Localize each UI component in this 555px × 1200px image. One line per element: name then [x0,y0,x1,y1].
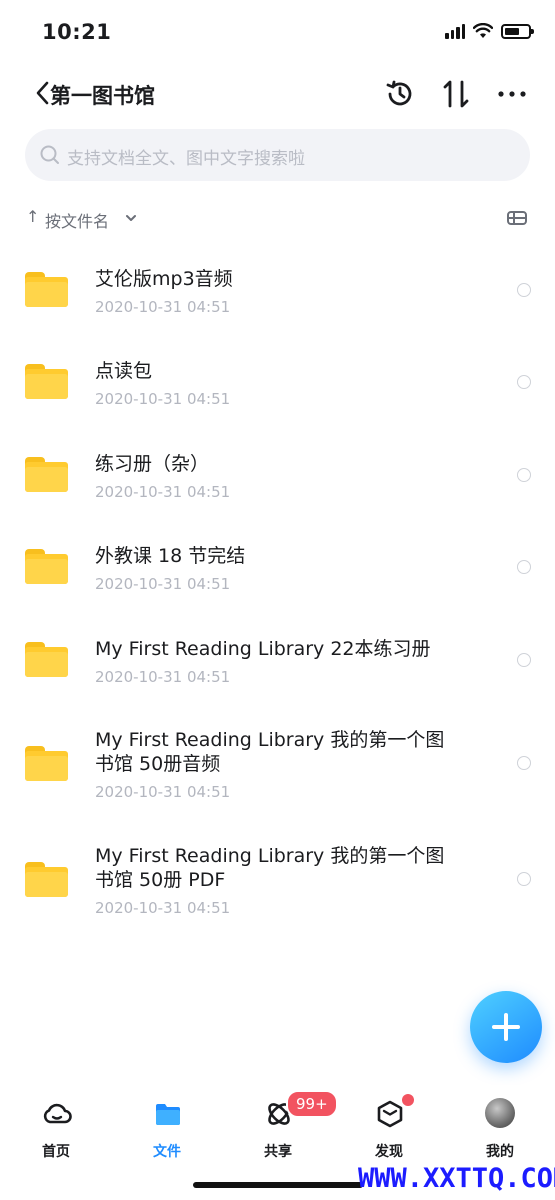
file-name: 练习册（杂） [95,453,210,475]
list-item[interactable]: 外教课 18 节完结 2020-10-31 04:51 [0,512,555,604]
file-name: 外教课 18 节完结 [95,545,246,567]
file-date: 2020-10-31 04:51 [95,390,231,408]
folder-icon [25,457,68,492]
select-checkbox[interactable] [517,375,531,389]
sort-direction-icon[interactable]: ↑ [26,207,39,226]
cellular-signal-icon [445,23,465,39]
wifi-icon [473,23,493,38]
tab-label: 发现 [375,1144,403,1160]
discover-notification-dot [402,1094,414,1106]
navigation-bar: 第一图书馆 [0,64,555,124]
search-placeholder: 支持文档全文、图中文字搜索啦 [67,149,305,169]
history-icon [386,80,412,106]
watermark-text: WWW.XXTTQ.COM [358,1163,555,1194]
battery-icon [501,23,534,39]
search-icon [40,145,59,164]
search-input[interactable]: 支持文档全文、图中文字搜索啦 [25,129,530,181]
avatar[interactable] [485,1098,515,1128]
select-checkbox[interactable] [517,653,531,667]
folder-icon [25,549,68,584]
share-count-badge: 99+ [286,1090,338,1118]
status-bar: 10:21 [0,0,555,64]
select-checkbox[interactable] [517,283,531,297]
tab-label: 文件 [153,1144,181,1160]
file-date: 2020-10-31 04:51 [95,899,231,917]
file-name: My First Reading Library 我的第一个图书馆 50册音频 [95,729,445,775]
more-dots-icon [498,91,526,97]
select-checkbox[interactable] [517,756,531,770]
history-button[interactable] [382,76,418,112]
tab-discover[interactable]: 发现 [349,1097,429,1160]
select-checkbox[interactable] [517,560,531,574]
tab-home[interactable]: 首页 [16,1097,96,1160]
cube-icon [377,1100,403,1128]
sort-toggle-button[interactable] [438,76,474,112]
file-name: My First Reading Library 我的第一个图书馆 50册 PD… [95,845,445,891]
list-item[interactable]: My First Reading Library 我的第一个图书馆 50册音频 … [0,696,555,812]
file-date: 2020-10-31 04:51 [95,668,231,686]
folder-icon [25,364,68,399]
cloud-icon [43,1103,72,1124]
list-item[interactable]: 点读包 2020-10-31 04:51 [0,328,555,420]
file-date: 2020-10-31 04:51 [95,783,231,801]
folder-icon [25,746,68,781]
file-name: 点读包 [95,360,153,382]
sort-arrows-icon [443,80,469,108]
file-date: 2020-10-31 04:51 [95,575,231,593]
list-item[interactable]: My First Reading Library 22本练习册 2020-10-… [0,604,555,696]
home-indicator [193,1182,363,1188]
select-checkbox[interactable] [517,468,531,482]
sort-bar: ↑ 按文件名 [0,200,555,236]
tab-files[interactable]: 文件 [127,1097,207,1160]
list-item[interactable]: 艾伦版mp3音频 2020-10-31 04:51 [0,236,555,328]
tab-label: 我的 [486,1144,514,1160]
folder-icon [25,642,68,677]
more-button[interactable] [494,76,530,112]
tab-label: 首页 [42,1144,70,1160]
list-item[interactable]: My First Reading Library 我的第一个图书馆 50册 PD… [0,812,555,928]
list-item[interactable]: 练习册（杂） 2020-10-31 04:51 [0,420,555,512]
status-icons [445,23,534,39]
tab-label: 共享 [264,1144,292,1160]
status-time: 10:21 [42,20,112,44]
sort-label[interactable]: 按文件名 [45,208,109,232]
select-checkbox[interactable] [517,872,531,886]
folder-icon [25,862,68,897]
file-date: 2020-10-31 04:51 [95,483,231,501]
file-name: 艾伦版mp3音频 [95,268,233,290]
folder-icon [156,1104,180,1125]
add-button[interactable] [470,991,542,1063]
view-mode-icon[interactable] [506,209,528,227]
folder-icon [25,272,68,307]
file-date: 2020-10-31 04:51 [95,298,231,316]
page-title: 第一图书馆 [50,84,155,108]
chevron-down-icon[interactable] [124,208,138,228]
file-name: My First Reading Library 22本练习册 [95,638,431,660]
